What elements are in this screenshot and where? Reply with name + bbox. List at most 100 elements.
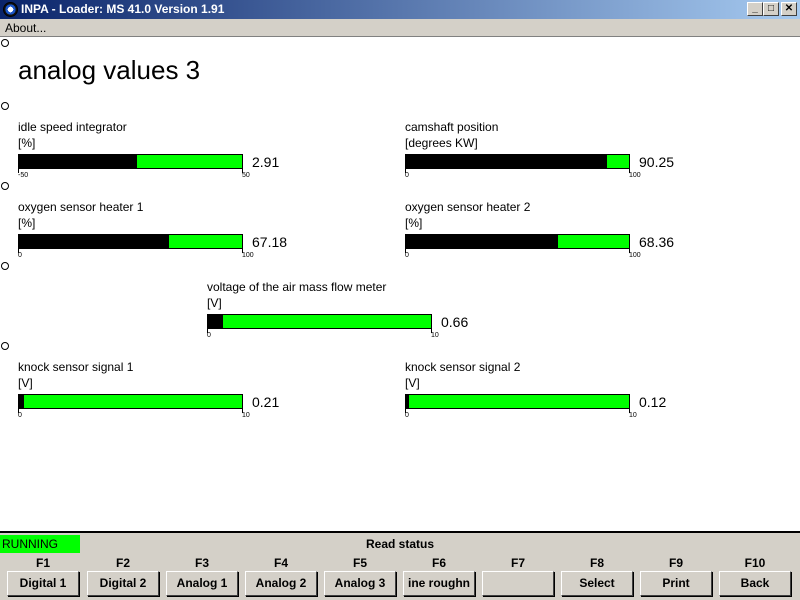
function-key-panel: Read status RUNNING F1 Digital 1 F2 Digi… (0, 531, 800, 600)
gauge-label: oxygen sensor heater 1 (18, 200, 144, 214)
menu-bar: About... (0, 19, 800, 37)
gauge-oxygen-sensor-heater-2: oxygen sensor heater 2 [%] 68.36 0 100 (405, 200, 705, 260)
gauge-max: 10 (431, 332, 439, 339)
window-title: INPA - Loader: MS 41.0 Version 1.91 (21, 2, 225, 16)
gauge-unit: [V] (207, 296, 222, 310)
gauge-value: 0.21 (252, 394, 280, 410)
gauge-ticks (18, 409, 243, 413)
gauge-value: 0.66 (441, 314, 469, 330)
gauge-label: knock sensor signal 1 (18, 360, 134, 374)
f6-button[interactable]: ine roughn (403, 571, 475, 596)
gauge-bar (405, 154, 630, 169)
gauge-label: camshaft position (405, 120, 499, 134)
fkey-label-f6: F6 (431, 556, 446, 570)
fkey-label-f1: F1 (35, 556, 50, 570)
gauge-label: oxygen sensor heater 2 (405, 200, 531, 214)
gauge-min: 0 (207, 332, 211, 339)
page-title: analog values 3 (18, 55, 201, 85)
gauge-ticks (405, 409, 630, 413)
gauge-min: 0 (405, 172, 409, 179)
gauge-unit: [%] (18, 136, 36, 150)
fkey-label-f7: F7 (510, 556, 525, 570)
gauge-min: -50 (18, 172, 29, 179)
row-marker (1, 182, 9, 190)
gauge-value: 68.36 (639, 234, 675, 250)
gauge-knock-sensor-signal-2: knock sensor signal 2 [V] 0.12 0 10 (405, 360, 705, 420)
gauge-label: knock sensor signal 2 (405, 360, 521, 374)
gauge-fill (19, 155, 137, 168)
gauge-air-mass-flow-meter-voltage: voltage of the air mass flow meter [V] 0… (207, 280, 507, 340)
gauge-bar (18, 394, 243, 409)
fkey-label-f8: F8 (589, 556, 604, 570)
title-bar[interactable]: INPA - Loader: MS 41.0 Version 1.91 _ □ … (0, 0, 800, 19)
gauge-min: 0 (405, 252, 409, 259)
gauge-camshaft-position: camshaft position [degrees KW] 90.25 0 1… (405, 120, 705, 180)
row-marker (1, 342, 9, 350)
fkey-label-f10: F10 (744, 556, 766, 570)
gauge-unit: [%] (405, 216, 423, 230)
f10-button[interactable]: Back (719, 571, 791, 596)
gauge-ticks (18, 169, 243, 173)
menu-about[interactable]: About... (5, 21, 46, 35)
gauge-value: 67.18 (252, 234, 288, 250)
row-marker (1, 39, 9, 47)
gauge-unit: [V] (405, 376, 420, 390)
gauge-bar (405, 234, 630, 249)
gauge-min: 0 (18, 412, 22, 419)
f1-button[interactable]: Digital 1 (7, 571, 79, 596)
bmw-logo-icon (3, 2, 18, 17)
fkey-label-f2: F2 (115, 556, 130, 570)
gauge-min: 0 (405, 412, 409, 419)
fkey-label-f9: F9 (668, 556, 683, 570)
f9-button[interactable]: Print (640, 571, 712, 596)
gauge-max: 100 (629, 252, 641, 259)
row-marker (1, 102, 9, 110)
gauge-idle-speed-integrator: idle speed integrator [%] 2.91 -50 50 (18, 120, 318, 180)
gauge-ticks (207, 329, 432, 333)
gauge-value: 0.12 (639, 394, 667, 410)
gauge-label: idle speed integrator (18, 120, 127, 134)
gauge-unit: [V] (18, 376, 33, 390)
row-marker (1, 262, 9, 270)
gauge-max: 10 (242, 412, 250, 419)
gauge-value: 2.91 (252, 154, 280, 170)
gauge-bar (405, 394, 630, 409)
fkey-label-f5: F5 (352, 556, 367, 570)
gauge-ticks (405, 249, 630, 253)
gauge-ticks (18, 249, 243, 253)
gauge-ticks (405, 169, 630, 173)
gauge-min: 0 (18, 252, 22, 259)
gauge-max: 50 (242, 172, 250, 179)
gauge-value: 90.25 (639, 154, 675, 170)
gauge-bar (207, 314, 432, 329)
f4-button[interactable]: Analog 2 (245, 571, 317, 596)
gauge-max: 10 (629, 412, 637, 419)
gauge-unit: [degrees KW] (405, 136, 478, 150)
fkey-label-f3: F3 (194, 556, 209, 570)
f3-button[interactable]: Analog 1 (166, 571, 238, 596)
gauge-max: 100 (629, 172, 641, 179)
gauge-bar (18, 154, 243, 169)
gauge-fill (406, 395, 409, 408)
gauge-label: voltage of the air mass flow meter (207, 280, 387, 294)
f7-button[interactable] (482, 571, 554, 596)
gauge-fill (19, 235, 169, 248)
gauge-fill (406, 155, 608, 168)
maximize-button[interactable]: □ (763, 2, 779, 16)
gauge-fill (406, 235, 559, 248)
gauge-bar (18, 234, 243, 249)
f2-button[interactable]: Digital 2 (87, 571, 159, 596)
status-badge: RUNNING (0, 535, 80, 553)
f8-button[interactable]: Select (561, 571, 633, 596)
gauge-max: 100 (242, 252, 254, 259)
fkey-label-f4: F4 (273, 556, 288, 570)
status-title: Read status (365, 537, 435, 551)
gauge-knock-sensor-signal-1: knock sensor signal 1 [V] 0.21 0 10 (18, 360, 318, 420)
minimize-button[interactable]: _ (747, 2, 763, 16)
gauge-unit: [%] (18, 216, 36, 230)
gauge-fill (208, 315, 223, 328)
gauge-oxygen-sensor-heater-1: oxygen sensor heater 1 [%] 67.18 0 100 (18, 200, 318, 260)
gauge-fill (19, 395, 24, 408)
f5-button[interactable]: Analog 3 (324, 571, 396, 596)
close-button[interactable]: ✕ (781, 2, 797, 16)
